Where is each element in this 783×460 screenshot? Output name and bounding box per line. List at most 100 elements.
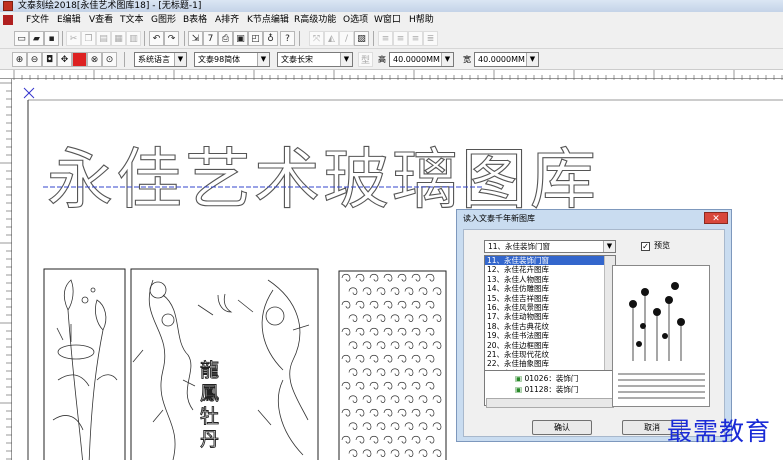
list-item[interactable]: 21、永佳现代花纹 [485,350,615,359]
paste-special-icon[interactable]: ▦ [111,31,126,46]
import-icon[interactable]: ⇲ [188,31,203,46]
toolbar-separator [299,31,300,46]
text-tool-icon[interactable]: 7 [203,31,218,46]
copy-icon[interactable]: ❐ [81,31,96,46]
menu-item[interactable]: T文本 [120,12,144,28]
frame-icon[interactable]: ◰ [248,31,263,46]
list-item[interactable]: 12、永佳花卉图库 [485,265,615,274]
file-item[interactable]: ▣ 01128：装饰门 [515,384,615,395]
edit-icon[interactable]: ▨ [354,31,369,46]
menu-item[interactable]: A排齐 [215,12,239,28]
menu-item[interactable]: R高级功能 [294,12,336,28]
dialog-body: 11、永佳装饰门窗 ▼ ✓ 预览 11、永佳装饰门窗 12、永佳花卉图库 13、永佳… [463,229,725,437]
dialog-title: 读入文泰千年新图库 [463,214,535,223]
menu-item[interactable]: G图形 [151,12,176,28]
ok-button[interactable]: 确认 [532,420,592,435]
red-block-icon[interactable]: ■ [72,52,87,67]
list-item[interactable]: 15、永佳吉祥图库 [485,294,615,303]
floral-pattern-artwork [341,273,442,457]
knife-icon[interactable]: ◭ [324,31,339,46]
chevron-down-icon[interactable]: ▼ [603,241,615,252]
list-item[interactable]: 14、永佳仿雕图库 [485,284,615,293]
file-label: 01128：装饰门 [524,385,579,394]
undo-icon[interactable]: ↶ [149,31,164,46]
preview-checkbox[interactable]: ✓ [641,242,650,251]
standard-toolbar: ▭ ▰ ▪ ✂ ❐ ▤ ▦ ▥ ↶ ↷ ⇲ 7 ⎙ ▣ ◰ ♁ ? ⤧ ◭ / … [0,28,783,49]
redo-icon[interactable]: ↷ [164,31,179,46]
chinese-font-select[interactable]: 文泰98简体 ▼ [194,52,270,67]
chevron-down-icon[interactable]: ▼ [257,53,269,66]
zoom-in-icon[interactable]: ⊕ [12,52,27,67]
list-item[interactable]: 13、永佳人物图库 [485,275,615,284]
toolbar-separator [184,31,185,46]
preview-pane [612,265,710,407]
open-icon[interactable]: ▰ [29,31,44,46]
list-item[interactable]: 18、永佳古典花纹 [485,322,615,331]
align-right-icon[interactable]: ≡ [408,31,423,46]
menu-item[interactable]: B表格 [183,12,207,28]
library-select[interactable]: 11、永佳装饰门窗 ▼ [484,240,616,253]
chevron-down-icon[interactable]: ▼ [174,53,186,66]
help-icon[interactable]: ? [280,31,295,46]
width-label: 宽 [463,55,471,64]
menu-item[interactable]: F文件 [26,12,49,28]
cut-line-icon[interactable]: ⤧ [309,31,324,46]
horizontal-scrollbar[interactable] [486,398,614,408]
print-icon[interactable]: ⎙ [218,31,233,46]
align-left-icon[interactable]: ≡ [378,31,393,46]
menu-item[interactable]: W窗口 [374,12,401,28]
zoom-fit-icon[interactable]: ⊗ [87,52,102,67]
align-justify-icon[interactable]: ≣ [423,31,438,46]
menu-item[interactable]: H帮助 [409,12,434,28]
toolbar-separator [144,31,145,46]
library-list[interactable]: 11、永佳装饰门窗 12、永佳花卉图库 13、永佳人物图库 14、永佳仿雕图库 15、永… [484,255,616,380]
chevron-down-icon[interactable]: ▼ [340,53,352,66]
close-icon[interactable]: ✕ [704,212,728,224]
paste-icon[interactable]: ▤ [96,31,111,46]
chevron-down-icon[interactable]: ▼ [441,53,453,66]
watermark: 最需教育 [667,417,772,446]
font-style-icon[interactable]: 型 [358,52,373,67]
english-font-select[interactable]: 文泰长宋 ▼ [277,52,353,67]
menu-item[interactable]: V查看 [89,12,113,28]
align-center-icon[interactable]: ≡ [393,31,408,46]
library-dialog: 读入文泰千年新图库 ✕ 11、永佳装饰门窗 ▼ ✓ 预览 11、永佳装饰门窗 12… [456,209,732,442]
zoom-out-icon[interactable]: ⊖ [27,52,42,67]
horizontal-ruler[interactable] [0,69,783,80]
toolbar-separator [124,52,125,67]
list-item[interactable]: 19、永佳书法图库 [485,331,615,340]
menu-item[interactable]: K节点编辑 [247,12,289,28]
pen-icon[interactable]: / [339,31,354,46]
bulb-icon[interactable]: ♁ [263,31,278,46]
height-field[interactable]: 40.0000MM ▼ [389,52,454,67]
headline-outline[interactable]: 永佳艺术玻璃图库 [46,140,599,218]
window-title: 文泰刻绘2018[永佳艺术图库18] - [无标题-1] [18,1,202,11]
cut-icon[interactable]: ✂ [66,31,81,46]
zoom-select-icon[interactable]: ⊙ [102,52,117,67]
preview-icon[interactable]: ▣ [233,31,248,46]
list-item[interactable]: 22、永佳抽象图库 [485,359,615,368]
list-item[interactable]: 11、永佳装饰门窗 [485,256,615,266]
preview-label: 预览 [654,241,670,250]
new-icon[interactable]: ▭ [14,31,29,46]
menu-item[interactable]: E编辑 [57,12,81,28]
chevron-down-icon[interactable]: ▼ [526,53,538,66]
title-bar: 文泰刻绘2018[永佳艺术图库18] - [无标题-1] [0,0,783,12]
document-menu-icon[interactable] [3,15,13,25]
menu-item[interactable]: O选项 [343,12,368,28]
file-item[interactable]: ▣ 01026：装饰门 [515,373,615,384]
calligraphy-text[interactable]: 龍鳳牡丹 [197,359,220,452]
lotus-artwork [52,279,118,460]
save-icon[interactable]: ▪ [44,31,59,46]
list-item[interactable]: 20、永佳边框图库 [485,341,615,350]
pan-icon[interactable]: ✥ [57,52,72,67]
list-item[interactable]: 17、永佳动物图库 [485,312,615,321]
clipboard-icon[interactable]: ▥ [126,31,141,46]
language-value: 系统语言 [138,55,170,64]
language-select[interactable]: 系统语言 ▼ [134,52,187,67]
height-label: 高 [378,55,386,64]
zoom-page-icon[interactable]: ◘ [42,52,57,67]
list-item[interactable]: 16、永佳风景图库 [485,303,615,312]
vertical-ruler[interactable] [0,79,12,460]
width-field[interactable]: 40.0000MM ▼ [474,52,539,67]
